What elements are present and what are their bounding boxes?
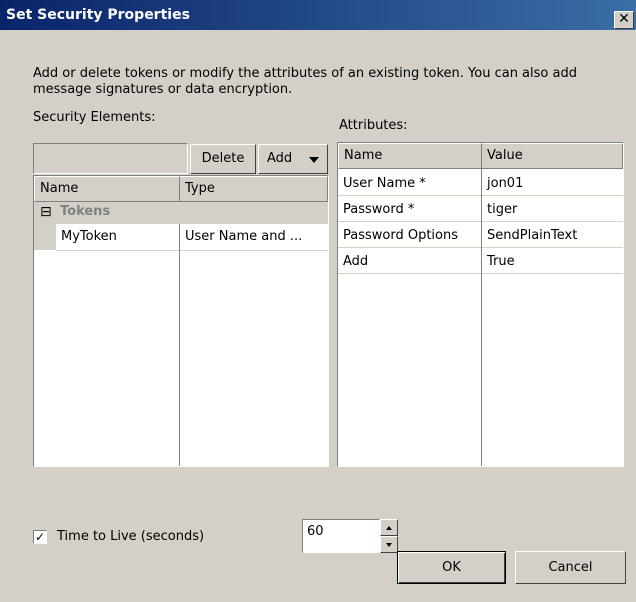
column-header-type-label: Type xyxy=(185,181,215,196)
group-label: Tokens xyxy=(60,204,111,219)
row-divider xyxy=(56,250,328,251)
ttl-value: 60 xyxy=(307,524,324,539)
ttl-input[interactable]: 60 xyxy=(302,519,380,553)
ok-button-label: OK xyxy=(442,560,461,575)
cancel-button-label: Cancel xyxy=(548,560,593,575)
ok-button[interactable]: OK xyxy=(397,551,506,584)
attributes-grid[interactable]: Name Value User Name * jon01 Password * … xyxy=(337,142,624,467)
add-button-label: Add xyxy=(267,151,293,166)
spin-up-button[interactable] xyxy=(380,519,398,536)
column-divider xyxy=(481,169,482,466)
attr-name-cell[interactable]: Password Options xyxy=(338,225,482,247)
column-divider xyxy=(179,224,180,466)
close-button[interactable]: ✕ xyxy=(614,11,634,29)
attr-name-cell[interactable]: User Name * xyxy=(338,173,482,195)
description-text: Add or delete tokens or modify the attri… xyxy=(33,66,577,97)
toolbar-spacer xyxy=(33,143,188,174)
token-type-cell[interactable]: User Name and ... xyxy=(180,224,328,250)
column-header-name-label: Name xyxy=(40,181,79,196)
delete-button-label: Delete xyxy=(201,151,245,166)
token-name-cell[interactable]: MyToken xyxy=(56,224,180,250)
attr-value-cell[interactable]: jon01 xyxy=(482,173,623,195)
chevron-down-icon xyxy=(309,157,319,163)
column-header-type[interactable]: Type xyxy=(180,176,328,202)
check-icon: ✓ xyxy=(34,530,46,544)
spin-down-icon xyxy=(386,543,392,547)
window-title: Set Security Properties xyxy=(6,7,190,23)
attr-header-value[interactable]: Value xyxy=(482,143,623,169)
ttl-checkbox[interactable]: ✓ xyxy=(33,530,47,544)
security-elements-grid[interactable]: Name Type ⊟ Tokens MyToken User Name and… xyxy=(33,175,329,467)
attr-value-cell[interactable]: tiger xyxy=(482,199,623,221)
attr-name-cell[interactable]: Add xyxy=(338,251,482,273)
ttl-label: Time to Live (seconds) xyxy=(57,529,205,544)
delete-button[interactable]: Delete xyxy=(190,144,256,174)
attr-header-name-label: Name xyxy=(344,148,383,163)
close-icon: ✕ xyxy=(618,11,630,27)
attr-value-cell[interactable]: True xyxy=(482,251,623,273)
add-dropdown-button[interactable]: Add xyxy=(258,144,328,174)
group-row-tokens[interactable]: ⊟ Tokens xyxy=(34,202,328,224)
spin-down-button[interactable] xyxy=(380,536,398,553)
collapse-icon[interactable]: ⊟ xyxy=(40,202,52,222)
spin-up-icon xyxy=(386,526,392,530)
attr-name-cell[interactable]: Password * xyxy=(338,199,482,221)
attr-header-value-label: Value xyxy=(487,148,523,163)
attributes-label: Attributes: xyxy=(339,118,408,133)
column-header-name[interactable]: Name xyxy=(34,176,180,202)
security-elements-label: Security Elements: xyxy=(33,110,156,125)
attr-value-cell[interactable]: SendPlainText xyxy=(482,225,623,247)
row-indent xyxy=(34,224,56,250)
attr-header-name[interactable]: Name xyxy=(338,143,482,169)
cancel-button[interactable]: Cancel xyxy=(515,551,626,584)
